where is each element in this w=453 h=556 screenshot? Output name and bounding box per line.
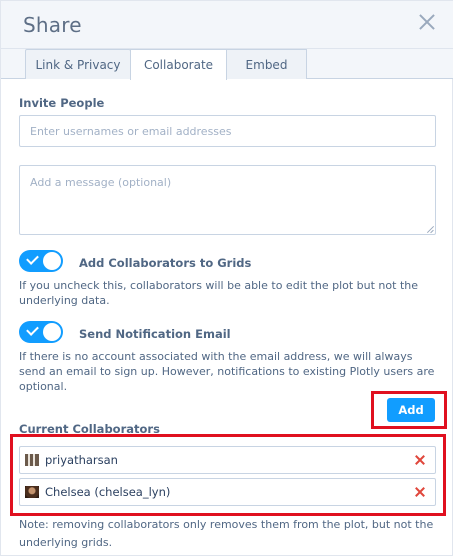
remove-x-icon[interactable] (415, 455, 425, 465)
pixel-avatar-icon (25, 454, 39, 466)
share-modal: Share Link & Privacy Collaborate Embed I… (0, 0, 453, 556)
remove-x-icon[interactable] (415, 487, 425, 497)
add-to-grids-help: If you uncheck this, collaborators will … (19, 279, 418, 307)
tab-link-privacy[interactable]: Link & Privacy (25, 49, 131, 79)
textarea-resize-handle[interactable] (427, 226, 434, 233)
toggle-knob (43, 323, 61, 341)
invite-message-textarea[interactable] (19, 165, 436, 235)
collaborator-row: priyatharsan (19, 446, 436, 474)
tab-bar: Link & Privacy Collaborate Embed (1, 49, 453, 80)
modal-title: Share (23, 13, 82, 37)
send-email-help: If there is no account associated with t… (19, 350, 435, 393)
tab-collaborate[interactable]: Collaborate (130, 49, 227, 80)
collaborator-name: Chelsea (chelsea_lyn) (45, 485, 171, 499)
toggle-knob (43, 252, 61, 270)
tab-embed[interactable]: Embed (226, 49, 307, 79)
check-icon (26, 323, 39, 336)
invite-usernames-input[interactable] (19, 115, 436, 147)
send-email-toggle[interactable] (19, 321, 63, 343)
collaborators-note: Note: removing collaborators only remove… (19, 518, 434, 549)
close-icon[interactable] (418, 13, 436, 31)
collaborator-name: priyatharsan (45, 453, 118, 467)
modal-header: Share (1, 1, 453, 49)
add-button[interactable]: Add (387, 398, 435, 422)
photo-avatar-icon (25, 486, 39, 498)
invite-people-label: Invite People (19, 96, 105, 110)
add-to-grids-label: Add Collaborators to Grids (79, 256, 252, 270)
send-email-label: Send Notification Email (79, 327, 231, 341)
collaborator-row: Chelsea (chelsea_lyn) (19, 478, 436, 506)
check-icon (26, 252, 39, 265)
add-to-grids-toggle[interactable] (19, 250, 63, 272)
